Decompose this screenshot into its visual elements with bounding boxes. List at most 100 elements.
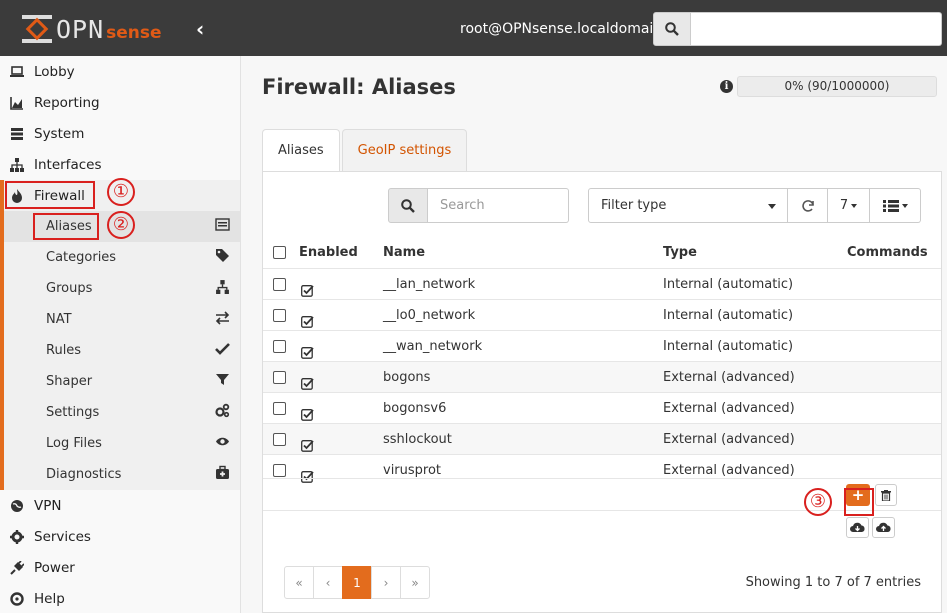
sidebar-item-services[interactable]: Services [0,521,240,552]
sidebar-subitem-groups[interactable]: Groups [4,273,240,304]
sidebar-item-interfaces[interactable]: Interfaces [0,149,240,180]
annotation-number-1: ① [107,178,135,206]
sidebar-subitem-rules[interactable]: Rules [4,335,240,366]
global-search [653,12,942,46]
table-row[interactable]: sshlockout External (advanced) [263,423,941,454]
annotation-number-3: ③ [804,488,832,516]
row-select-checkbox[interactable] [273,402,286,415]
delete-selected-button[interactable] [875,484,897,506]
column-header-enabled[interactable]: Enabled [299,237,358,268]
sidebar-subitem-shaper[interactable]: Shaper [4,366,240,397]
column-header-name[interactable]: Name [383,237,425,268]
row-select-checkbox[interactable] [273,278,286,291]
rows-per-page-dropdown[interactable]: 7 [828,188,870,223]
aliases-table: Enabled Name Type Commands __lan_network… [263,237,941,485]
grid-search-input[interactable]: Search [428,188,569,223]
user-label[interactable]: root@OPNsense.localdomain [460,21,662,37]
grid-search: Search [388,188,569,223]
sidebar-item-system[interactable]: System [0,118,240,149]
global-search-input[interactable] [691,12,942,46]
enabled-toggle-icon[interactable] [301,433,314,452]
row-select-checkbox[interactable] [273,340,286,353]
main-content: Firewall: Aliases i 0% (90/1000000) Alia… [242,56,947,613]
search-icon [401,198,415,213]
eye-icon [215,434,230,453]
caret-down-icon [768,204,776,209]
sidebar-subitem-label: Diagnostics [46,467,122,482]
select-all-checkbox[interactable] [273,246,286,259]
search-button[interactable] [653,12,691,46]
page-title: Firewall: Aliases [262,75,456,99]
sitemap-icon [215,279,230,298]
sidebar-subitem-nat[interactable]: NAT [4,304,240,335]
medkit-icon [215,465,230,484]
enabled-toggle-icon[interactable] [301,278,314,297]
sidebar-item-power[interactable]: Power [0,552,240,583]
table-row[interactable]: __wan_network Internal (automatic) [263,330,941,361]
grid-search-button[interactable] [388,188,428,223]
alias-type: Internal (automatic) [663,339,794,354]
tags-icon [215,248,230,267]
sidebar-subitem-label: Settings [46,405,100,420]
enabled-toggle-icon[interactable] [301,340,314,359]
upload-button[interactable] [872,517,895,538]
enabled-toggle-icon[interactable] [301,371,314,390]
aliases-panel: Search Filter type 7 Enabled Name Type C… [262,171,942,613]
enabled-toggle-icon[interactable] [301,464,314,483]
collapse-sidebar-chevron-icon[interactable]: ‹ [196,17,204,41]
tab-bar: Aliases GeoIP settings [262,129,469,172]
sidebar-subitem-categories[interactable]: Categories [4,242,240,273]
row-select-checkbox[interactable] [273,433,286,446]
sidebar: Lobby Reporting System Interfaces Firewa… [0,56,241,613]
table-row[interactable]: bogonsv6 External (advanced) [263,392,941,423]
pagination-last[interactable]: » [400,566,430,599]
filter-type-select[interactable]: Filter type [588,188,788,223]
download-button[interactable] [846,517,869,538]
refresh-button[interactable] [788,188,828,223]
column-selection-dropdown[interactable] [870,188,921,223]
sidebar-item-label: VPN [34,497,62,514]
sidebar-subitem-settings[interactable]: Settings [4,397,240,428]
tab-aliases[interactable]: Aliases [262,129,340,172]
enabled-toggle-icon[interactable] [301,309,314,328]
pagination-page-1[interactable]: 1 [342,566,372,599]
refresh-icon [801,199,814,212]
sidebar-item-lobby[interactable]: Lobby [0,56,240,87]
check-icon [215,341,230,360]
annotation-number-2: ② [107,211,135,239]
server-icon [9,126,25,142]
alias-type: External (advanced) [663,432,795,447]
row-select-checkbox[interactable] [273,371,286,384]
cloud-upload-icon [876,522,891,532]
column-header-type[interactable]: Type [663,237,697,268]
sidebar-item-vpn[interactable]: VPN [0,490,240,521]
sidebar-subitem-label: Categories [46,250,117,265]
table-row[interactable]: __lo0_network Internal (automatic) [263,299,941,330]
pagination-prev[interactable]: ‹ [313,566,343,599]
opnsense-logo[interactable]: OPN sense [22,14,162,44]
tab-geoip-settings[interactable]: GeoIP settings [341,129,468,171]
table-row[interactable]: __lan_network Internal (automatic) [263,268,941,299]
pagination-next[interactable]: › [371,566,401,599]
exchange-icon [215,310,230,329]
sidebar-item-label: Reporting [34,94,100,111]
annotation-box-firewall [5,181,95,209]
sidebar-item-reporting[interactable]: Reporting [0,87,240,118]
enabled-toggle-icon[interactable] [301,402,314,421]
annotation-box-aliases [33,213,99,240]
sidebar-subitem-label: Groups [46,281,93,296]
pagination-first[interactable]: « [284,566,314,599]
info-icon[interactable]: i [720,80,733,93]
sitemap-icon [9,157,25,173]
cloud-download-icon [850,522,865,532]
column-header-commands: Commands [847,245,928,260]
sidebar-subitem-log-files[interactable]: Log Files [4,428,240,459]
table-row[interactable]: bogons External (advanced) [263,361,941,392]
sidebar-item-help[interactable]: Help [0,583,240,613]
sidebar-subitem-diagnostics[interactable]: Diagnostics [4,459,240,490]
annotation-box-add [844,488,874,516]
row-select-checkbox[interactable] [273,464,286,477]
sidebar-subitem-label: Rules [46,343,82,358]
alias-name: bogons [383,370,431,385]
row-select-checkbox[interactable] [273,309,286,322]
